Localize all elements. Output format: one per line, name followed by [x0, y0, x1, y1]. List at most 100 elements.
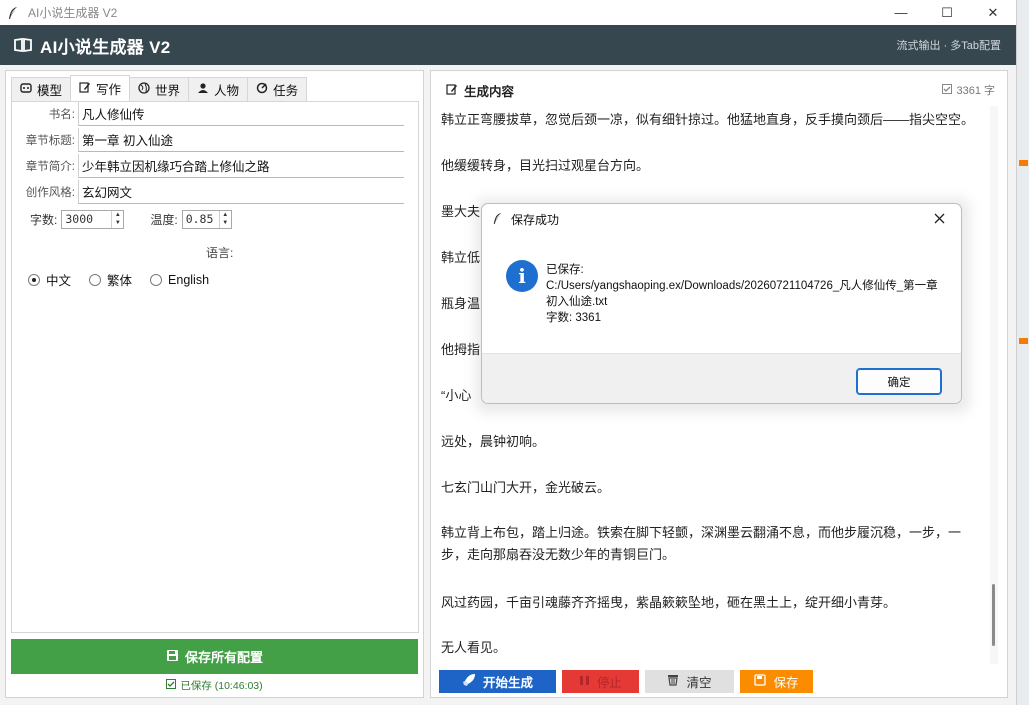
info-icon: i	[506, 260, 538, 292]
tab-world[interactable]: 世界	[129, 77, 190, 101]
style-label: 创作风格:	[25, 187, 75, 199]
save-all-label: 保存所有配置	[184, 650, 263, 665]
word-count-badge: 3361 字	[942, 82, 995, 98]
stop-icon	[579, 675, 590, 689]
style-row: 创作风格: 玄幻网文	[12, 180, 404, 204]
saved-status-text: 已保存 (10:46:03)	[180, 680, 263, 692]
app-header: AI小说生成器 V2 流式输出 · 多Tab配置	[0, 25, 1016, 65]
text-paragraph: 风过药园，千亩引魂藤齐齐摇曳，紫晶簌簌坠地，砸在黑土上，绽开细小青芽。	[441, 595, 897, 610]
app-title: AI小说生成器 V2	[40, 37, 171, 57]
dialog-file-path: C:/Users/yangshaoping.ex/Downloads/20260…	[546, 280, 938, 308]
minimize-button[interactable]: —	[878, 0, 924, 25]
radio-icon	[150, 273, 163, 286]
save-button[interactable]: 保存	[740, 670, 813, 693]
floppy-icon	[166, 649, 179, 665]
floppy-icon	[754, 674, 767, 689]
style-input[interactable]: 玄幻网文	[78, 180, 404, 204]
tab-label: 世界	[155, 84, 181, 98]
dialog-body: i 已保存: C:/Users/yangshaoping.ex/Download…	[482, 238, 961, 353]
action-buttons: 开始生成 停止 清空 保存	[439, 670, 813, 693]
tab-label: 模型	[37, 84, 63, 98]
dialog-line-saved: 已保存:	[546, 264, 584, 276]
trash-icon	[667, 674, 679, 689]
text-paragraph: 韩立背上布包，踏上归途。铁索在脚下轻颤，深渊墨云翻涌不息，而他步履沉稳，一步，一…	[441, 525, 962, 562]
radio-label: 中文	[46, 274, 72, 288]
tab-label: 人物	[214, 84, 240, 98]
text-paragraph: 远处，晨钟初响。	[441, 434, 546, 449]
chapter-title-input[interactable]: 第一章 初入仙途	[78, 128, 404, 152]
edit-icon	[79, 81, 91, 96]
start-generate-button[interactable]: 开始生成	[439, 670, 556, 693]
word-count-spinbox[interactable]: 3000 ▲ ▼	[61, 209, 125, 229]
start-label: 开始生成	[482, 676, 533, 690]
language-option-english[interactable]: English	[150, 270, 209, 289]
temperature-spinbox[interactable]: 0.85 ▲ ▼	[181, 209, 232, 229]
params-row: 字数: 3000 ▲ ▼ 温度: 0.85 ▲ ▼	[12, 208, 232, 230]
dialog-titlebar: 保存成功	[492, 211, 559, 228]
dialog-title: 保存成功	[511, 213, 560, 227]
writing-tab-content: 书名: 凡人修仙传 章节标题: 第一章 初入仙途 章节简介: 少年韩立因机缘巧合…	[11, 101, 419, 633]
save-all-config-button[interactable]: 保存所有配置	[11, 639, 418, 674]
close-window-button[interactable]: ✕	[970, 0, 1016, 25]
book-name-row: 书名: 凡人修仙传	[12, 102, 404, 126]
word-count-text: 3361 字	[956, 85, 995, 97]
text-paragraph: 七玄门山门大开，金光破云。	[441, 480, 611, 495]
background-window-strip	[1016, 0, 1029, 705]
language-label: 语言:	[206, 246, 234, 260]
radio-selected-icon	[28, 273, 40, 286]
config-tabs: 模型 写作 世界 人物 任务	[11, 75, 308, 101]
language-radio-group: 中文 繁体 English	[28, 270, 209, 289]
text-scrollbar[interactable]	[990, 106, 998, 664]
chapter-summary-input[interactable]: 少年韩立因机缘巧合踏上修仙之路	[78, 154, 404, 178]
radio-label: 繁体	[107, 274, 133, 288]
maximize-button[interactable]: ☐	[924, 0, 970, 25]
dialog-message: 已保存: C:/Users/yangshaoping.ex/Downloads/…	[546, 262, 946, 326]
language-option-traditional[interactable]: 繁体	[89, 270, 132, 289]
radio-icon	[89, 273, 102, 286]
tab-tasks[interactable]: 任务	[247, 77, 308, 101]
stop-button[interactable]: 停止	[562, 670, 639, 693]
text-paragraph: 韩立正弯腰拔草，忽觉后颈一凉，似有细针掠过。他猛地直身，反手摸向颈后——指尖空空…	[441, 112, 975, 127]
close-icon	[934, 211, 945, 227]
model-icon	[20, 82, 32, 97]
globe-icon	[138, 82, 150, 97]
check-icon	[166, 679, 177, 692]
tab-model[interactable]: 模型	[11, 77, 72, 101]
tab-label: 任务	[273, 84, 299, 98]
feather-icon	[6, 6, 20, 20]
strip-mark	[1019, 338, 1028, 344]
ok-button[interactable]: 确定	[856, 368, 942, 395]
book-name-input[interactable]: 凡人修仙传	[78, 102, 404, 126]
rocket-icon	[462, 673, 476, 690]
word-count-value: 3000	[65, 212, 94, 226]
check-icon	[942, 83, 953, 97]
dialog-close-button[interactable]	[925, 207, 953, 231]
scrollbar-thumb[interactable]	[992, 584, 995, 646]
window-title: AI小说生成器 V2	[28, 6, 118, 20]
output-title: 生成内容	[464, 85, 515, 99]
app-subtitle: 流式输出 · 多Tab配置	[896, 40, 1001, 52]
language-option-zh[interactable]: 中文	[28, 270, 71, 289]
chapter-title-row: 章节标题: 第一章 初入仙途	[12, 128, 404, 152]
radio-label: English	[168, 272, 210, 287]
dialog-footer: 确定	[482, 353, 961, 403]
strip-mark	[1019, 160, 1028, 166]
text-paragraph: 无人看见。	[441, 640, 507, 655]
edit-icon	[446, 83, 458, 98]
temperature-label: 温度:	[150, 212, 178, 227]
spin-arrows-icon[interactable]: ▲ ▼	[218, 210, 231, 228]
window-titlebar: AI小说生成器 V2 — ☐ ✕	[0, 0, 1016, 25]
person-icon	[197, 82, 209, 97]
save-success-dialog: 保存成功 i 已保存: C:/Users/yangshaoping.ex/Dow…	[481, 203, 962, 404]
book-name-label: 书名:	[48, 109, 75, 121]
tab-writing[interactable]: 写作	[70, 75, 131, 101]
tab-characters[interactable]: 人物	[188, 77, 249, 101]
book-icon	[14, 38, 32, 52]
save-label: 保存	[773, 676, 799, 690]
temperature-value: 0.85	[185, 212, 214, 226]
dialog-word-count: 字数: 3361	[546, 312, 601, 324]
spin-arrows-icon[interactable]: ▲ ▼	[111, 210, 123, 228]
stop-label: 停止	[596, 676, 622, 690]
clear-button[interactable]: 清空	[645, 670, 734, 693]
saved-status: 已保存 (10:46:03)	[6, 678, 423, 693]
